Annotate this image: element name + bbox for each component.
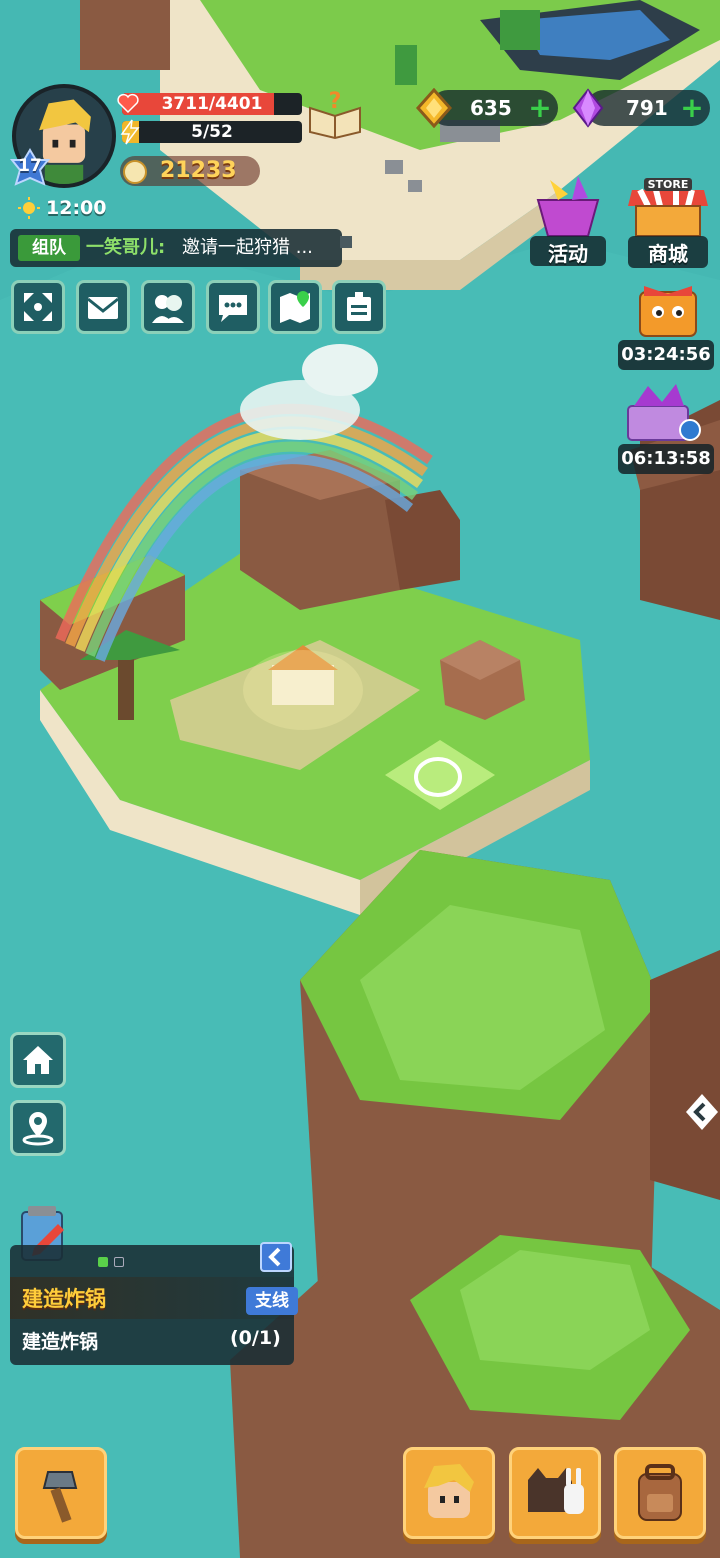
- box-timer: 03:24:56: [618, 340, 714, 370]
- chat-channel-tag: 组队: [18, 235, 80, 261]
- quest-type-tag: 支线: [246, 1287, 298, 1315]
- lightning-icon: [118, 119, 142, 145]
- store-badge: STORE: [644, 178, 692, 191]
- purple-gem-icon: [572, 88, 604, 128]
- gem-gift-icon: [627, 384, 701, 441]
- gift-basket-icon: [536, 176, 600, 237]
- quest-page-indicator: [98, 1257, 128, 1267]
- energy-bar: 5/52: [122, 121, 302, 143]
- energy-value: 5/52: [191, 122, 233, 142]
- character-icon: [424, 1464, 474, 1518]
- add-gem-button[interactable]: +: [680, 94, 704, 122]
- expand-right-button[interactable]: [684, 1090, 720, 1134]
- chat-expand-icon[interactable]: [340, 236, 352, 248]
- home-icon: [23, 1046, 53, 1074]
- hp-value: 3711/4401: [161, 94, 263, 114]
- player-level-badge: 17: [8, 148, 52, 188]
- chevron-left-icon: [268, 1247, 281, 1267]
- notice-board-button[interactable]: [332, 280, 386, 334]
- store-label: 商城: [648, 242, 688, 266]
- svg-text:?: ?: [329, 89, 342, 114]
- gold-coin-icon: [415, 88, 453, 128]
- pets-icon: [528, 1468, 584, 1514]
- sun-icon: [18, 197, 40, 219]
- heart-icon: [116, 91, 140, 115]
- home-button[interactable]: [10, 1032, 66, 1088]
- clock-time: 12:00: [46, 197, 107, 219]
- friends-icon: [152, 295, 184, 323]
- treasure-box-icon: [639, 286, 697, 337]
- backpack-icon: [638, 1464, 682, 1521]
- map-icon: [280, 291, 310, 323]
- chat-icon: [219, 295, 247, 322]
- hp-bar: 3711/4401: [122, 93, 302, 115]
- quest-task: 建造炸锅: [22, 1331, 99, 1353]
- power-value: 21233: [160, 158, 237, 183]
- build-hammer-icon: [42, 1471, 78, 1523]
- mail-icon: [87, 297, 119, 319]
- notice-icon: [347, 292, 371, 321]
- chat-sender: 一笑哥儿:: [86, 237, 166, 258]
- locate-button[interactable]: [10, 1100, 66, 1156]
- muscle-icon: [123, 160, 147, 184]
- backpack-button[interactable]: [614, 1447, 706, 1539]
- mail-button[interactable]: [76, 280, 130, 334]
- chat-message: 邀请一起狩猎 ...: [182, 237, 313, 258]
- gold-value: 635: [470, 96, 512, 120]
- power-rating: 21233: [120, 156, 260, 186]
- quest-panel[interactable]: 建造炸锅 支线 建造炸锅 (0/1): [10, 1242, 298, 1365]
- build-button[interactable]: [15, 1447, 107, 1539]
- map-button[interactable]: [268, 280, 322, 334]
- events-button[interactable]: 活动: [528, 170, 608, 270]
- chevron-left-icon: [686, 1094, 718, 1130]
- pets-button[interactable]: [509, 1447, 601, 1539]
- player-level: 17: [18, 156, 42, 176]
- fullscreen-icon: [24, 293, 52, 321]
- quest-progress: (0/1): [230, 1327, 281, 1349]
- character-button[interactable]: [403, 1447, 495, 1539]
- fullscreen-button[interactable]: [11, 280, 65, 334]
- gift-timer: 06:13:58: [618, 444, 714, 474]
- add-gold-button[interactable]: +: [528, 94, 552, 122]
- events-label: 活动: [548, 242, 588, 266]
- timed-gift-reward[interactable]: 06:13:58: [618, 382, 716, 474]
- friends-button[interactable]: [141, 280, 195, 334]
- guide-book-button[interactable]: ?: [306, 86, 364, 140]
- location-pin-icon: [22, 1112, 54, 1146]
- chat-bar[interactable]: 组队 一笑哥儿: 邀请一起狩猎 ...: [10, 229, 342, 267]
- chat-button[interactable]: [206, 280, 260, 334]
- store-button[interactable]: STORE 商城: [626, 176, 710, 270]
- timed-box-reward[interactable]: 03:24:56: [618, 278, 716, 370]
- quest-title: 建造炸锅: [22, 1287, 106, 1311]
- quest-collapse-button[interactable]: [260, 1242, 292, 1272]
- quest-book-icon: ?: [309, 89, 361, 140]
- gem-value: 791: [626, 96, 668, 120]
- game-clock: 12:00: [18, 196, 118, 220]
